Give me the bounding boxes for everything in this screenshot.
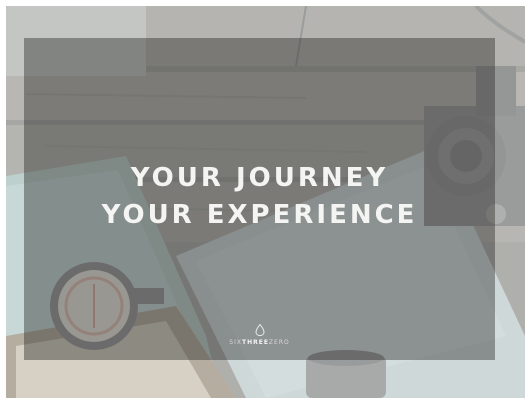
- brand-part-1: SIX: [229, 339, 242, 346]
- headline: YOUR JOURNEY YOUR EXPERIENCE: [24, 160, 495, 234]
- brand-part-3: ZERO: [268, 339, 290, 346]
- headline-panel: YOUR JOURNEY YOUR EXPERIENCE SIXTHREEZER…: [24, 38, 495, 360]
- brand-logo: SIXTHREEZERO: [24, 324, 495, 346]
- headline-line-2: YOUR EXPERIENCE: [101, 200, 418, 230]
- brand-wordmark: SIXTHREEZERO: [24, 339, 495, 346]
- droplet-icon: [254, 324, 265, 336]
- promo-banner-page: YOUR JOURNEY YOUR EXPERIENCE SIXTHREEZER…: [0, 0, 529, 402]
- headline-line-1: YOUR JOURNEY: [130, 163, 389, 193]
- brand-part-2: THREE: [241, 339, 269, 346]
